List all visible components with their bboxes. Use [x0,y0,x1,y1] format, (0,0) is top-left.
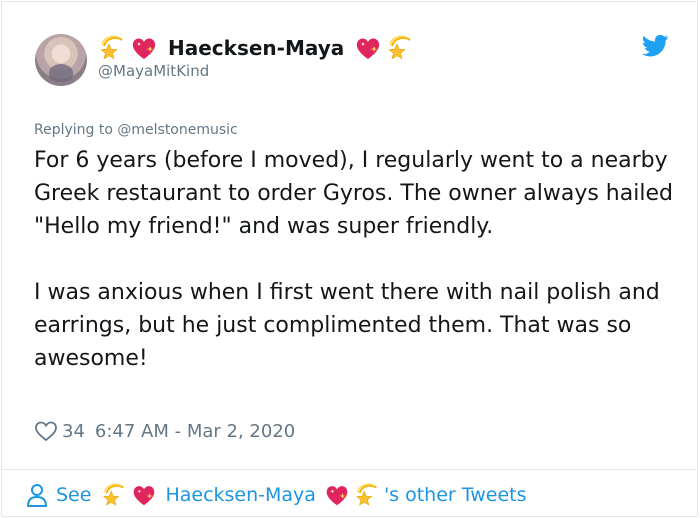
avatar[interactable] [35,34,87,86]
sparkling-heart-emoji-icon [130,34,158,62]
footer-display-name: Haecksen-Maya [165,484,316,506]
display-name[interactable]: Haecksen-Maya [162,36,350,60]
dizzy-star-emoji-icon [101,482,127,508]
tweet-paragraph: For 6 years (before I moved), I regularl… [34,148,673,239]
like-count[interactable]: 34 [62,421,85,442]
replying-to[interactable]: Replying to @melstonemusic [34,122,238,138]
sparkling-heart-emoji-icon [354,34,382,62]
tweet-paragraph: I was anxious when I first went there wi… [34,280,660,371]
display-name-row[interactable]: Haecksen-Maya [98,35,414,61]
twitter-bird-icon[interactable] [642,34,669,58]
tweet-text: For 6 years (before I moved), I regularl… [34,144,674,375]
footer-suffix: 's other Tweets [383,484,527,506]
person-icon [27,484,47,507]
dizzy-star-emoji-icon [354,482,380,508]
see-label: See [56,484,92,506]
sparkling-heart-emoji-icon [324,482,350,508]
see-other-tweets-link[interactable]: See Haecksen-Maya 's other Tweets [26,480,526,510]
sparkling-heart-emoji-icon [131,482,157,508]
divider [2,469,697,470]
tweet-card: Haecksen-Maya @MayaMitKind Replying to @… [1,1,698,517]
user-handle[interactable]: @MayaMitKind [98,62,209,80]
dizzy-star-emoji-icon [386,34,414,62]
heart-outline-icon[interactable] [34,419,58,443]
timestamp[interactable]: 6:47 AM - Mar 2, 2020 [95,421,295,442]
tweet-meta: 34 6:47 AM - Mar 2, 2020 [34,419,295,443]
dizzy-star-emoji-icon [98,34,126,62]
